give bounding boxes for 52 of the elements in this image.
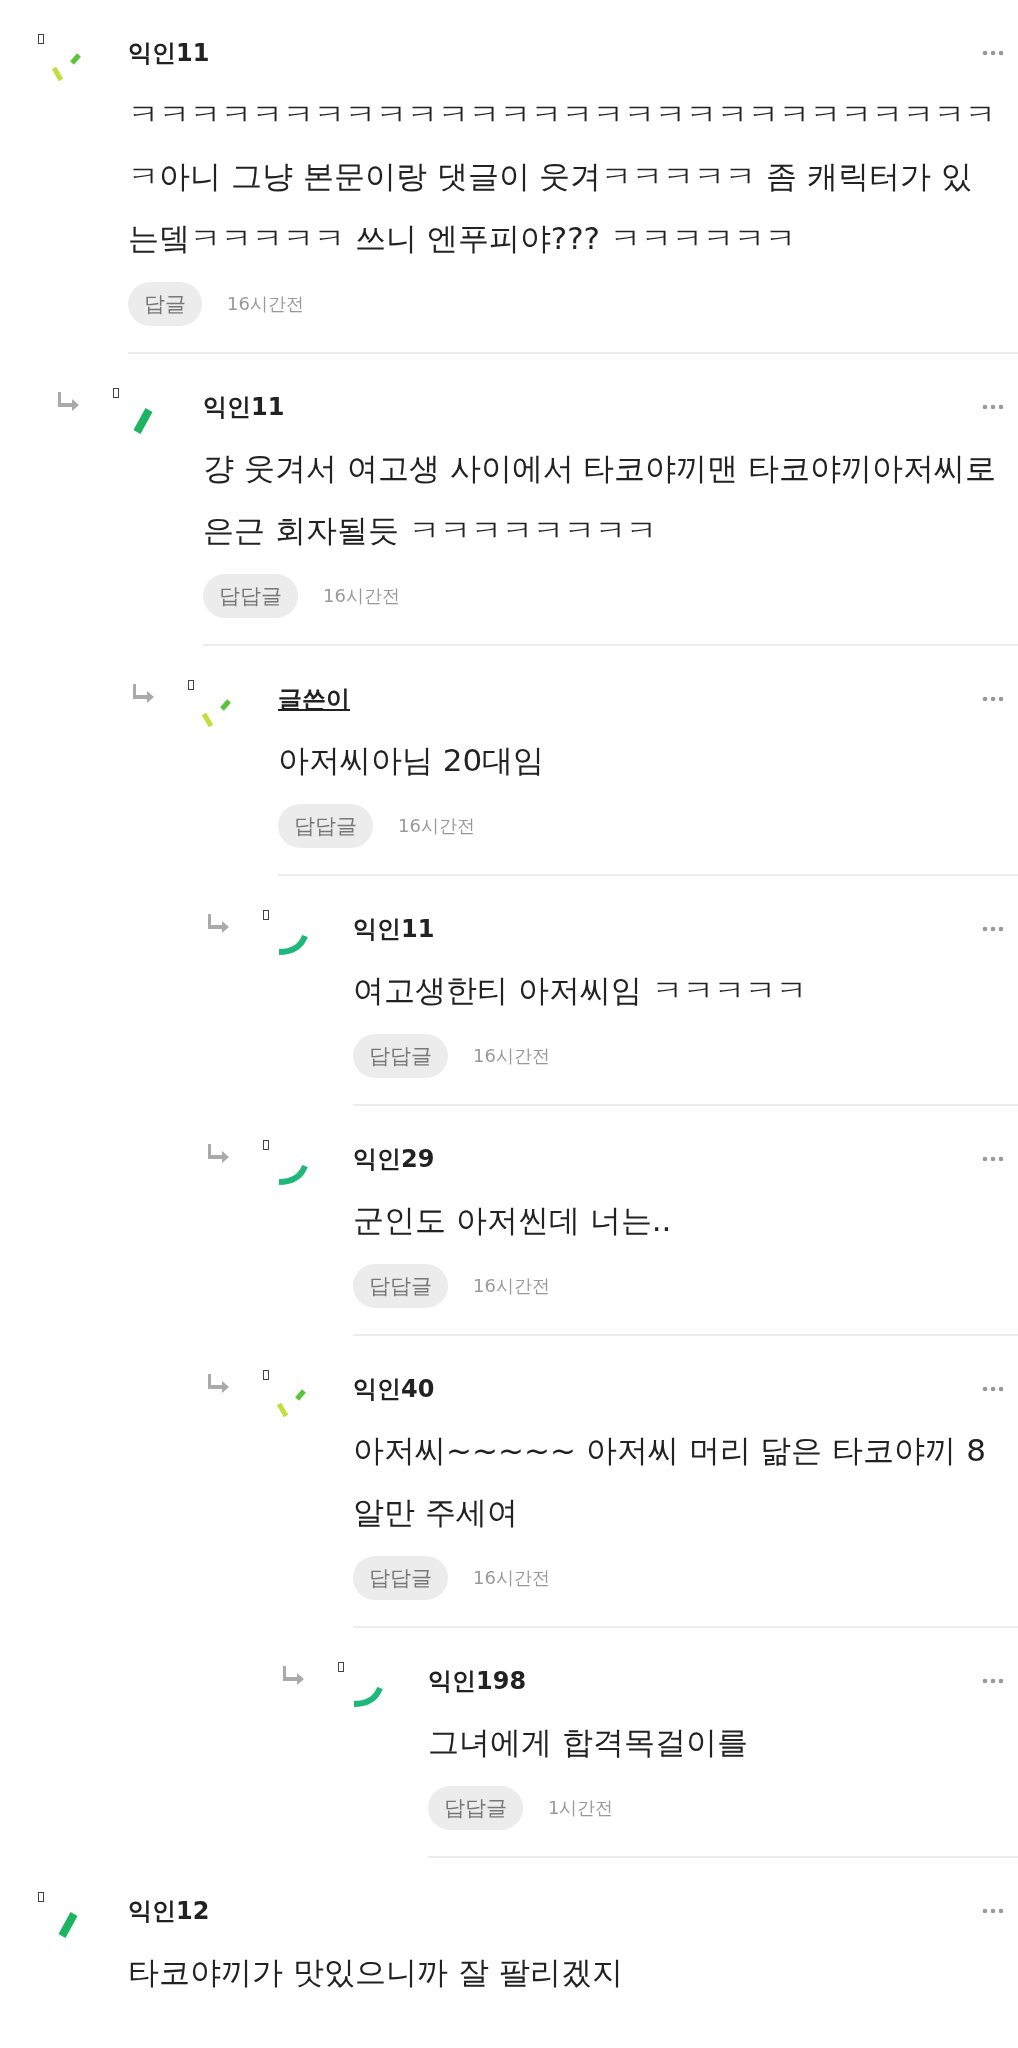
timestamp: 16시간전 bbox=[473, 1044, 550, 1068]
small-rectangle-icon bbox=[263, 1140, 269, 1150]
author-name: 익인40 bbox=[353, 1374, 435, 1405]
timestamp: 16시간전 bbox=[398, 814, 475, 838]
timestamp: 16시간전 bbox=[473, 1274, 550, 1298]
reply-button[interactable]: 답글 bbox=[128, 282, 202, 326]
small-rectangle-icon bbox=[38, 34, 44, 44]
small-rectangle-icon bbox=[338, 1662, 344, 1672]
more-icon[interactable] bbox=[982, 696, 1004, 702]
comment-text: 아저씨아님 20대임 bbox=[278, 741, 546, 780]
comment-text: 그녀에게 합격목걸이를 bbox=[428, 1723, 749, 1762]
comment-text: 타코야끼가 맛있으니까 잘 팔리겠지 bbox=[128, 1953, 624, 1992]
small-rectangle-icon bbox=[38, 1892, 44, 1902]
more-icon[interactable] bbox=[982, 1156, 1004, 1162]
author-name: 익인12 bbox=[128, 1896, 210, 1927]
more-icon[interactable] bbox=[982, 1908, 1004, 1914]
reply-arrow-icon bbox=[207, 912, 231, 934]
reply-arrow-icon bbox=[207, 1142, 231, 1164]
more-icon[interactable] bbox=[982, 50, 1004, 56]
reply-button[interactable]: 답답글 bbox=[428, 1786, 523, 1830]
more-icon[interactable] bbox=[982, 1386, 1004, 1392]
comment-text: 여고생한티 아저씨임 ㅋㅋㅋㅋㅋ bbox=[353, 971, 808, 1010]
reply-arrow-icon bbox=[132, 682, 156, 704]
timestamp: 1시간전 bbox=[548, 1796, 614, 1820]
small-rectangle-icon bbox=[263, 910, 269, 920]
more-icon[interactable] bbox=[982, 404, 1004, 410]
reply-button[interactable]: 답답글 bbox=[353, 1556, 448, 1600]
author-name: 익인11 bbox=[353, 914, 435, 945]
small-rectangle-icon bbox=[263, 1370, 269, 1380]
timestamp: 16시간전 bbox=[227, 292, 304, 316]
comment-text: ㅋㅋㅋㅋㅋㅋㅋㅋㅋㅋㅋㅋㅋㅋㅋㅋㅋㅋㅋㅋㅋㅋㅋㅋㅋㅋㅋㅋㅋ아니 그냥 본문이랑 댓글이 웃겨ㅋㅋㅋㅋㅋ 좀 캐릭터가 있는뎈ㅋㅋㅋㅋㅋ 쓰니 엔푸피야??? ㅋㅋㅋㅋㅋㅋ bbox=[128, 95, 997, 258]
timestamp: 16시간전 bbox=[323, 584, 400, 608]
reply-button[interactable]: 답답글 bbox=[353, 1034, 448, 1078]
comment-text: 군인도 아저씬데 너는.. bbox=[353, 1201, 673, 1240]
author-name: 익인29 bbox=[353, 1144, 435, 1175]
reply-arrow-icon bbox=[207, 1372, 231, 1394]
author-name: 글쓴이 bbox=[278, 684, 350, 715]
small-rectangle-icon bbox=[113, 388, 119, 398]
comment-text: 걍 웃겨서 여고생 사이에서 타코야끼맨 타코야끼아저씨로 은근 회자될듯 ㅋㅋㅋㅋㅋㅋㅋㅋ bbox=[203, 449, 998, 550]
small-rectangle-icon bbox=[188, 680, 194, 690]
reply-button[interactable]: 답답글 bbox=[353, 1264, 448, 1308]
timestamp: 16시간전 bbox=[473, 1566, 550, 1590]
more-icon[interactable] bbox=[982, 926, 1004, 932]
reply-arrow-icon bbox=[57, 390, 81, 412]
reply-arrow-icon bbox=[282, 1664, 306, 1686]
author-name: 익인11 bbox=[203, 392, 285, 423]
reply-button[interactable]: 답답글 bbox=[203, 574, 298, 618]
author-name: 익인198 bbox=[428, 1666, 527, 1697]
reply-button[interactable]: 답답글 bbox=[278, 804, 373, 848]
author-name: 익인11 bbox=[128, 38, 210, 69]
more-icon[interactable] bbox=[982, 1678, 1004, 1684]
comment-text: 아저씨~~~~~ 아저씨 머리 닮은 타코야끼 8알만 주세여 bbox=[353, 1431, 987, 1532]
